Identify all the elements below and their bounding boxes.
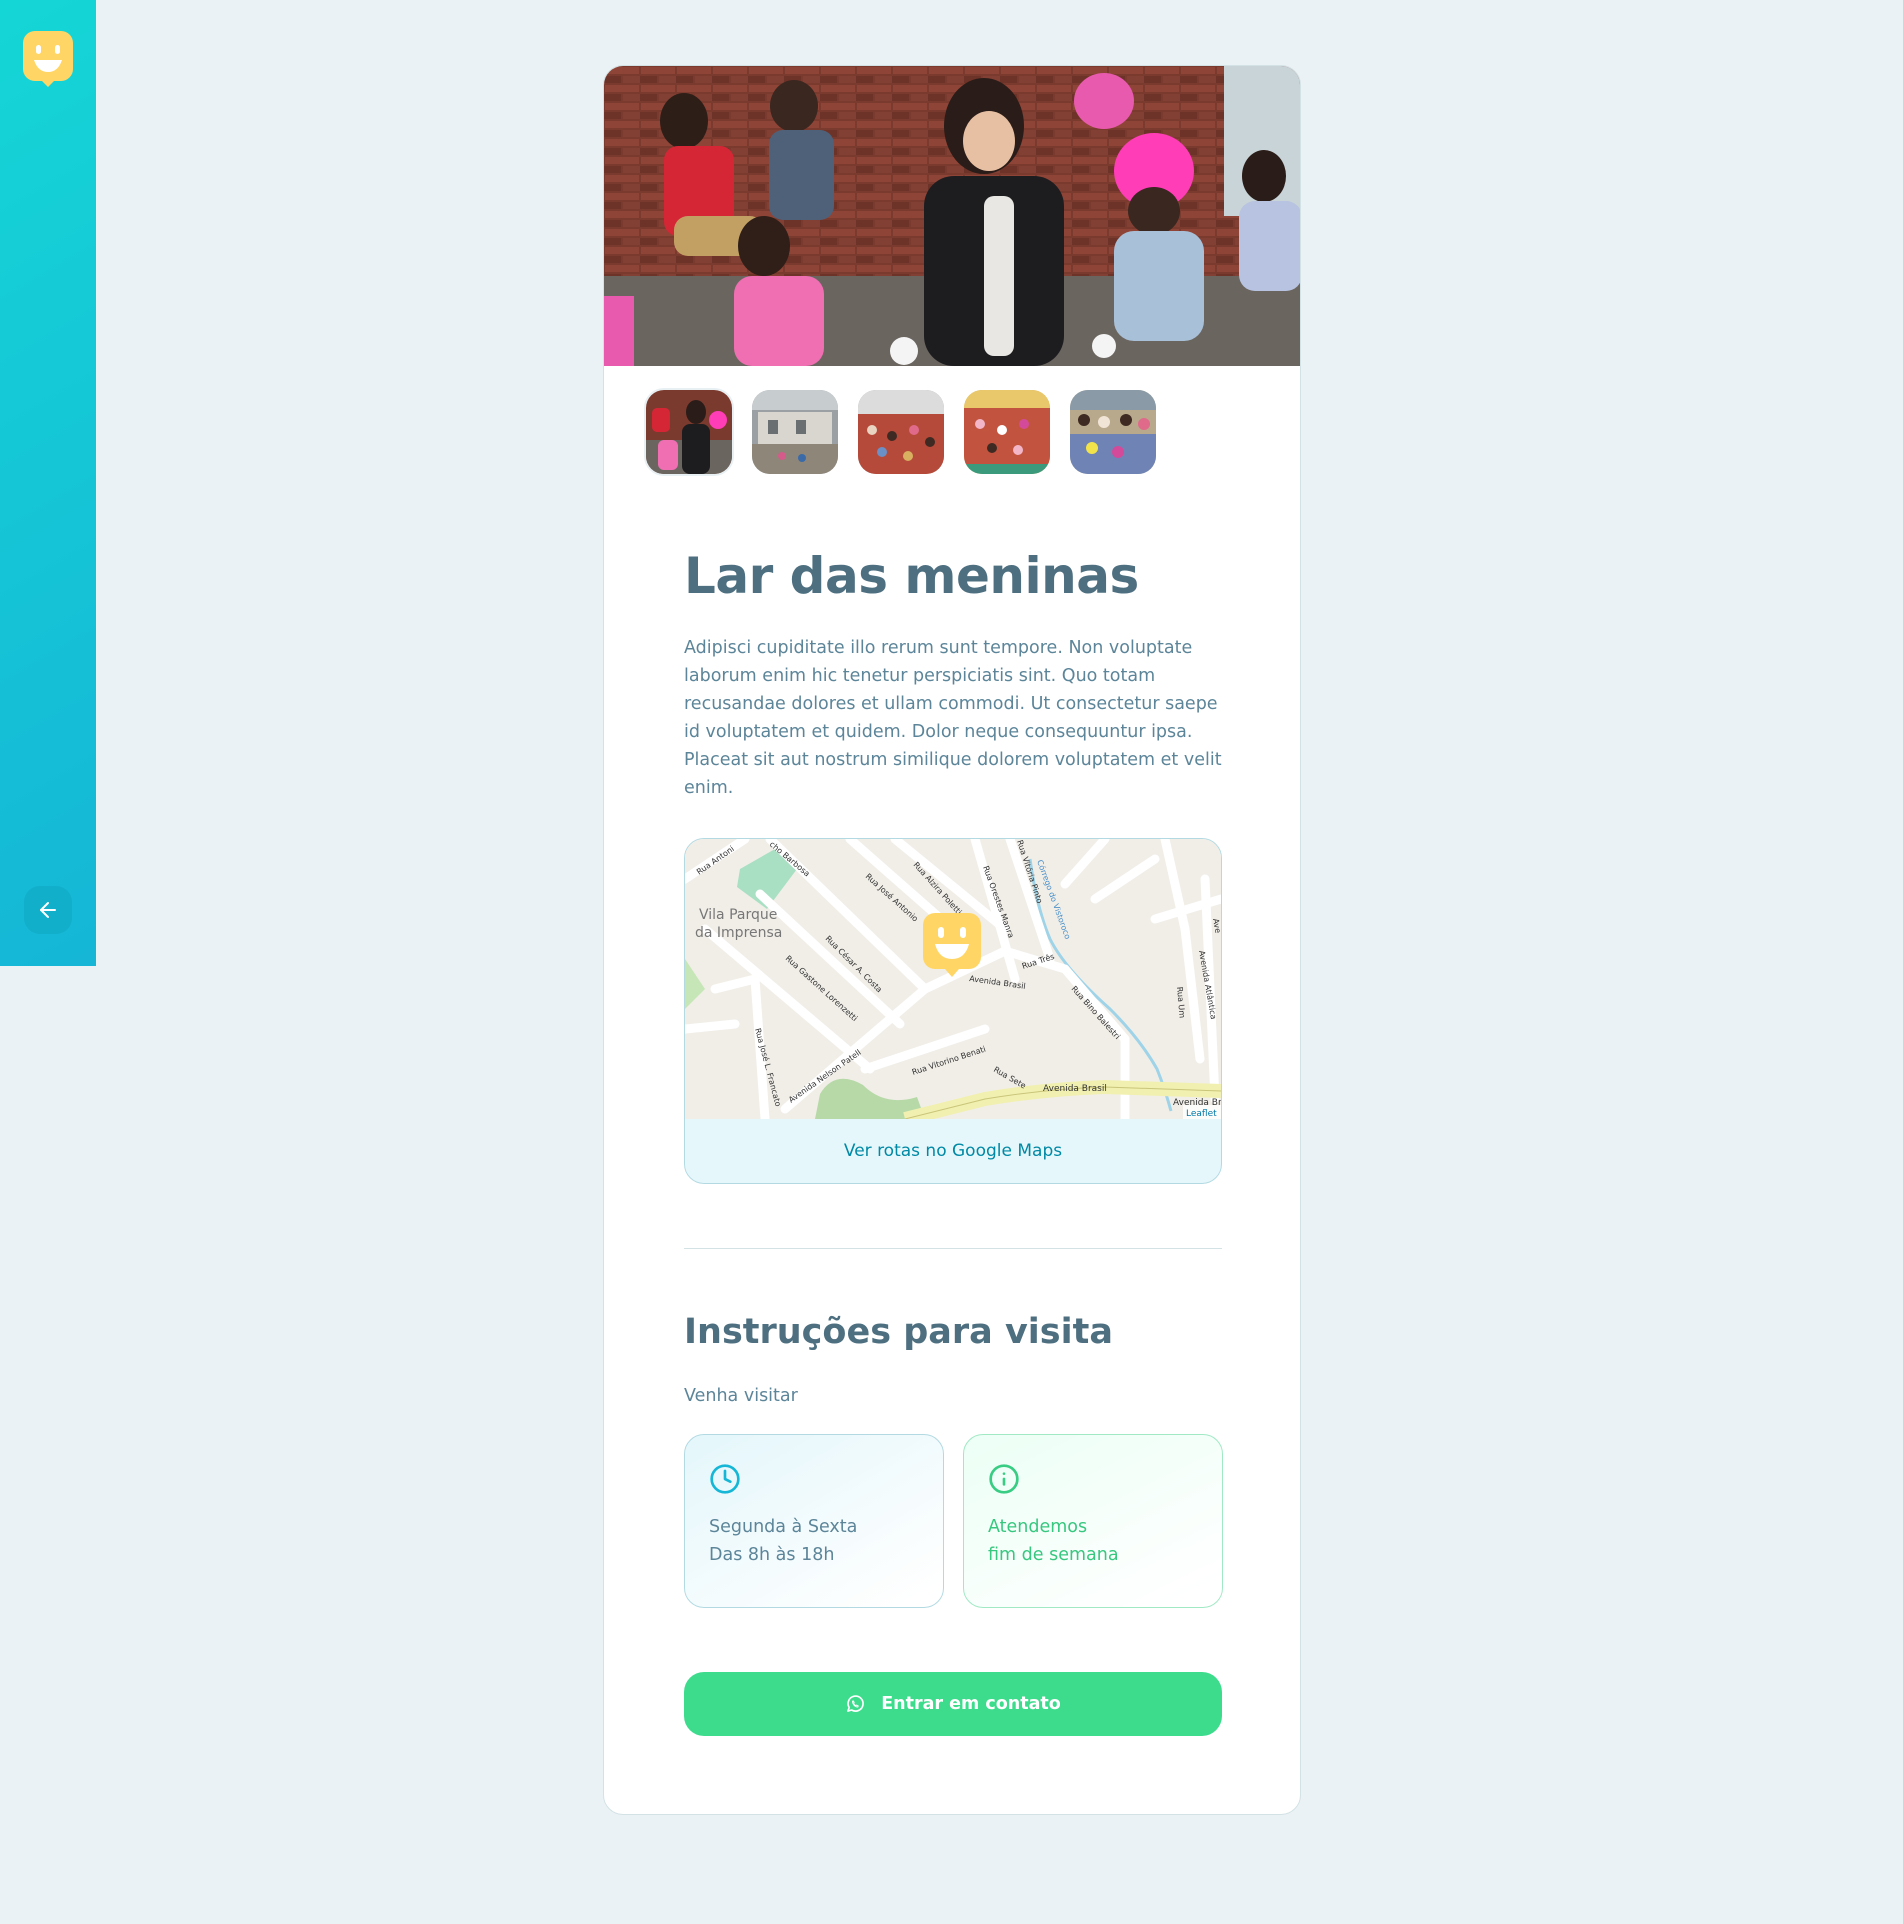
map-attribution[interactable]: Leaflet — [1186, 1109, 1217, 1119]
google-maps-directions-link[interactable]: Ver rotas no Google Maps — [685, 1119, 1221, 1183]
contact-button-label: Entrar em contato — [881, 1694, 1061, 1714]
clock-icon — [710, 1464, 740, 1494]
arrow-left-icon — [40, 902, 56, 918]
map[interactable]: Vila Parque da Imprensa Rua Antoni cho B… — [685, 839, 1221, 1119]
thumbnail-1[interactable] — [644, 388, 734, 476]
map-container: Vila Parque da Imprensa Rua Antoni cho B… — [684, 838, 1222, 1184]
weekend-line-2: fim de semana — [988, 1545, 1119, 1565]
map-street-label: Avenida Brasil — [1043, 1084, 1107, 1094]
happy-face-logo-icon[interactable] — [23, 31, 73, 87]
info-icon — [989, 1464, 1019, 1494]
opening-hours-card: Segunda à Sexta Das 8h às 18h — [684, 1434, 944, 1608]
sidebar — [0, 0, 96, 966]
orphanage-info: Lar das meninas Adipisci cupiditate illo… — [684, 546, 1222, 802]
orphanage-about: Adipisci cupiditate illo rerum sunt temp… — [684, 638, 1222, 798]
whatsapp-icon — [847, 1695, 865, 1712]
image-thumbnails — [644, 388, 1158, 476]
orphanage-details-card: Lar das meninas Adipisci cupiditate illo… — [603, 65, 1301, 1815]
weekend-info-card: Atendemos fim de semana — [963, 1434, 1223, 1608]
thumbnail-3[interactable] — [856, 388, 946, 476]
thumbnail-5[interactable] — [1068, 388, 1158, 476]
orphanage-name: Lar das meninas — [684, 547, 1139, 605]
map-place-label: da Imprensa — [695, 925, 782, 941]
map-marker-icon[interactable] — [923, 913, 981, 977]
opening-hours: Das 8h às 18h — [709, 1545, 835, 1565]
instructions-text: Venha visitar — [684, 1386, 798, 1406]
map-place-label: Vila Parque — [699, 907, 777, 923]
thumbnail-2[interactable] — [750, 388, 840, 476]
instructions-heading: Instruções para visita — [684, 1312, 1113, 1352]
opening-days: Segunda à Sexta — [709, 1517, 858, 1537]
back-button[interactable] — [24, 886, 72, 934]
section-divider — [684, 1248, 1222, 1249]
contact-button[interactable]: Entrar em contato — [684, 1672, 1222, 1736]
thumbnail-4[interactable] — [962, 388, 1052, 476]
weekend-line-1: Atendemos — [988, 1517, 1088, 1537]
hero-image — [604, 66, 1300, 366]
